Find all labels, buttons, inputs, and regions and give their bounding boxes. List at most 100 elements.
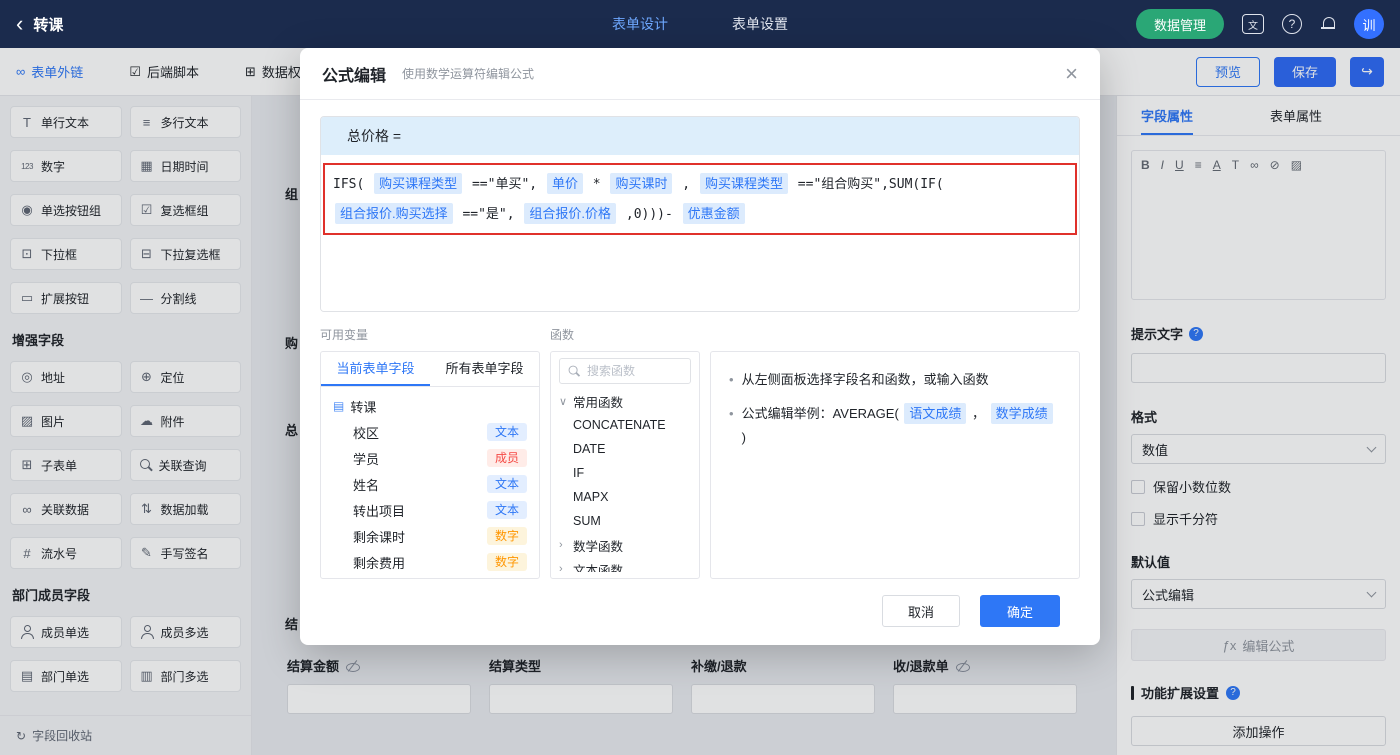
type-tag: 数字 <box>486 527 527 545</box>
function-search-input[interactable] <box>587 364 683 378</box>
chevron-down-icon: ∨ <box>559 395 568 408</box>
bell-icon[interactable] <box>1320 16 1336 32</box>
function-name: DATE <box>573 442 606 456</box>
close-icon[interactable]: × <box>1065 62 1078 85</box>
help-text: ， <box>968 406 989 421</box>
field-chip: 语文成绩 <box>904 403 967 424</box>
variable-name: 校区 <box>353 425 380 441</box>
help-text: 公式编辑举例：AVERAGE( <box>741 406 903 421</box>
group-label: 数学函数 <box>573 539 624 554</box>
variable-row[interactable]: 剩余课时 数字 <box>333 523 527 549</box>
functions-label: 函数 <box>550 328 575 342</box>
translate-icon[interactable]: 文 <box>1242 14 1264 34</box>
formula-text: * <box>584 177 609 192</box>
variable-name: 姓名 <box>353 477 380 493</box>
document-icon: ▤ <box>333 399 345 413</box>
field-chip[interactable]: 优惠金额 <box>682 203 745 224</box>
variable-row[interactable]: 姓名 文本 <box>333 471 527 497</box>
top-bar: ‹ 转课 表单设计 表单设置 数据管理 文 ? 训 <box>0 0 1400 48</box>
form-node[interactable]: ▤ 转课 <box>333 393 527 419</box>
modal-title: 公式编辑 <box>322 67 387 85</box>
modal-header: 公式编辑 使用数学运算符编辑公式 × <box>300 48 1100 100</box>
chevron-right-icon: › <box>559 539 563 551</box>
field-chip[interactable]: 组合报价.价格 <box>524 203 617 224</box>
tab-form-settings[interactable]: 表单设置 <box>732 14 788 34</box>
help-line: • 从左侧面板选择字段名和函数，或输入函数 <box>729 368 1061 392</box>
variables-tabs: 当前表单字段 所有表单字段 <box>321 352 539 387</box>
function-item[interactable]: IF <box>559 461 691 485</box>
function-name: MAPX <box>573 490 609 504</box>
modal-panels: 当前表单字段 所有表单字段 ▤ 转课 校区 文本 学员 成员 姓名 文本 转出项目 文本… <box>320 351 1080 579</box>
formula-text: IFS( <box>333 177 373 192</box>
cancel-button[interactable]: 取消 <box>882 595 960 627</box>
tab-all-form-fields[interactable]: 所有表单字段 <box>430 352 539 386</box>
help-example: 公式编辑举例：AVERAGE( 语文成绩 ， 数学成绩 ) <box>742 402 1061 450</box>
variable-name: 学员 <box>353 451 380 467</box>
field-chip[interactable]: 购买课程类型 <box>374 173 463 194</box>
variable-row[interactable]: 校区 文本 <box>333 419 527 445</box>
variable-row[interactable]: 学员 成员 <box>333 445 527 471</box>
function-name: CONCATENATE <box>573 418 666 432</box>
bullet-icon: • <box>729 406 734 421</box>
formula-text: =="是", <box>454 207 523 222</box>
field-chip: 数学成绩 <box>990 403 1053 424</box>
help-icon[interactable]: ? <box>1282 14 1302 34</box>
modal-body: 总价格 = IFS( 购买课程类型 =="单买", 单价 * 购买课时 , 购买… <box>300 100 1100 645</box>
function-group-math[interactable]: › 数学函数 <box>559 533 691 557</box>
type-tag: 文本 <box>486 423 527 441</box>
field-chip[interactable]: 购买课程类型 <box>699 173 788 194</box>
help-text: ) <box>741 430 746 445</box>
function-search[interactable] <box>559 358 691 384</box>
topbar-actions: 数据管理 文 ? 训 <box>1135 9 1384 39</box>
function-group-text[interactable]: › 文本函数 <box>559 557 691 572</box>
variables-panel: 当前表单字段 所有表单字段 ▤ 转课 校区 文本 学员 成员 姓名 文本 转出项目 文本… <box>320 351 540 579</box>
app-window: ‹ 转课 表单设计 表单设置 数据管理 文 ? 训 ∞ 表单外链 ☑ 后端脚本 … <box>0 0 1400 755</box>
panel-labels: 可用变量 函数 <box>320 326 1080 343</box>
formula-editor[interactable]: 总价格 = IFS( 购买课程类型 =="单买", 单价 * 购买课时 , 购买… <box>320 116 1080 312</box>
group-label: 常用函数 <box>573 395 624 410</box>
tab-current-form-fields[interactable]: 当前表单字段 <box>321 352 430 386</box>
type-tag: 成员 <box>486 449 527 467</box>
formula-text: =="单买", <box>464 177 545 192</box>
formula-content[interactable]: IFS( 购买课程类型 =="单买", 单价 * 购买课时 , 购买课程类型 =… <box>321 155 1079 311</box>
help-panel: • 从左侧面板选择字段名和函数，或输入函数 • 公式编辑举例：AVERAGE( … <box>710 351 1080 579</box>
tab-form-design[interactable]: 表单设计 <box>612 14 668 34</box>
variable-row[interactable]: 转出项目 文本 <box>333 497 527 523</box>
search-icon <box>568 365 581 378</box>
formula-editor-modal: 公式编辑 使用数学运算符编辑公式 × 总价格 = IFS( 购买课程类型 =="… <box>300 48 1100 645</box>
type-tag: 文本 <box>486 501 527 519</box>
type-tag: 文本 <box>486 475 527 493</box>
group-label: 文本函数 <box>573 563 624 573</box>
bullet-icon: • <box>729 372 734 387</box>
function-item[interactable]: MAPX <box>559 485 691 509</box>
help-line: • 公式编辑举例：AVERAGE( 语文成绩 ， 数学成绩 ) <box>729 402 1061 450</box>
function-name: IF <box>573 466 585 480</box>
help-text: 从左侧面板选择字段名和函数，或输入函数 <box>741 372 989 387</box>
function-item[interactable]: CONCATENATE <box>559 413 691 437</box>
type-tag: 数字 <box>486 553 527 571</box>
variables-label: 可用变量 <box>320 328 369 342</box>
formula-text: =="组合购买",SUM(IF( <box>789 177 952 192</box>
variable-row[interactable]: 剩余费用 数字 <box>333 549 527 575</box>
data-manage-button[interactable]: 数据管理 <box>1135 9 1224 39</box>
function-name: SUM <box>573 514 601 528</box>
modal-footer: 取消 确定 <box>320 579 1080 645</box>
function-group-common[interactable]: ∨ 常用函数 <box>559 389 691 413</box>
function-list: ∨ 常用函数 CONCATENATE DATE IF MAPX SUM › 数学函数… <box>559 389 691 573</box>
field-chip[interactable]: 购买课时 <box>610 173 673 194</box>
avatar[interactable]: 训 <box>1354 9 1384 39</box>
formula-text: ,0)))- <box>618 207 681 222</box>
field-chip[interactable]: 组合报价.购买选择 <box>335 203 453 224</box>
field-chip[interactable]: 单价 <box>546 173 583 194</box>
confirm-button[interactable]: 确定 <box>980 595 1060 627</box>
variables-list: ▤ 转课 校区 文本 学员 成员 姓名 文本 转出项目 文本 剩余课时 数字 剩余费用 数字 <box>321 387 539 578</box>
modal-subtitle: 使用数学运算符编辑公式 <box>402 67 535 81</box>
function-item[interactable]: SUM <box>559 509 691 533</box>
variable-name: 转出项目 <box>353 503 406 519</box>
function-item[interactable]: DATE <box>559 437 691 461</box>
chevron-right-icon: › <box>559 563 563 572</box>
formula-highlight-box: IFS( 购买课程类型 =="单买", 单价 * 购买课时 , 购买课程类型 =… <box>323 163 1077 235</box>
variable-name: 剩余费用 <box>353 555 406 571</box>
variable-name: 剩余课时 <box>353 529 406 545</box>
functions-panel: ∨ 常用函数 CONCATENATE DATE IF MAPX SUM › 数学函数… <box>550 351 700 579</box>
